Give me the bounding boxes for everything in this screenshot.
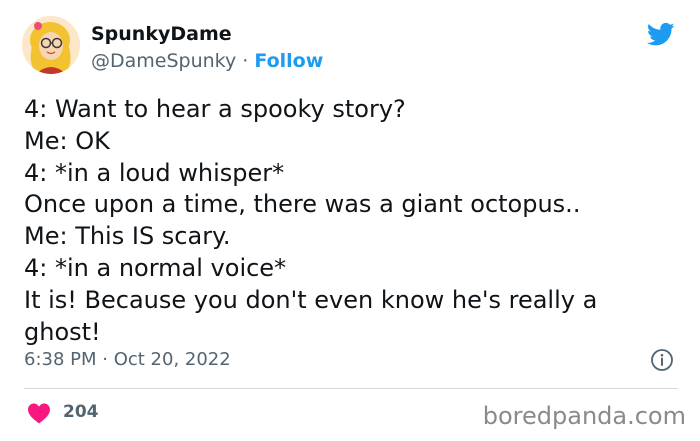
tweet-line: 4: *in a normal voice*	[24, 253, 287, 282]
heart-icon[interactable]	[27, 402, 51, 424]
watermark: boredpanda.com	[482, 402, 686, 430]
like-count[interactable]: 204	[63, 402, 99, 422]
info-icon[interactable]	[650, 348, 674, 372]
twitter-bird-icon[interactable]	[645, 20, 677, 48]
tweet-text: 4: Want to hear a spooky story? Me: OK 4…	[24, 94, 684, 348]
avatar-image	[22, 16, 80, 74]
user-handle[interactable]: @DameSpunky	[91, 50, 236, 72]
tweet-line: Me: OK	[24, 126, 110, 155]
tweet-card: SpunkyDame @DameSpunky · Follow 4: Want …	[0, 0, 700, 441]
tweet-line: It is! Because you don't even know he's …	[24, 285, 598, 314]
handle-row: @DameSpunky · Follow	[91, 50, 323, 72]
handle-separator: ·	[236, 50, 255, 72]
tweet-line: 4: Want to hear a spooky story?	[24, 95, 406, 123]
divider	[24, 388, 678, 389]
tweet-timestamp[interactable]: 6:38 PM · Oct 20, 2022	[24, 349, 231, 370]
tweet-line: 4: *in a loud whisper*	[24, 158, 285, 187]
tweet-line: Once upon a time, there was a giant octo…	[24, 190, 581, 219]
tweet-line: Me: This IS scary.	[24, 222, 231, 251]
avatar[interactable]	[22, 16, 80, 74]
display-name[interactable]: SpunkyDame	[91, 23, 232, 45]
tweet-line: ghost!	[24, 317, 101, 346]
follow-button[interactable]: Follow	[254, 50, 323, 72]
